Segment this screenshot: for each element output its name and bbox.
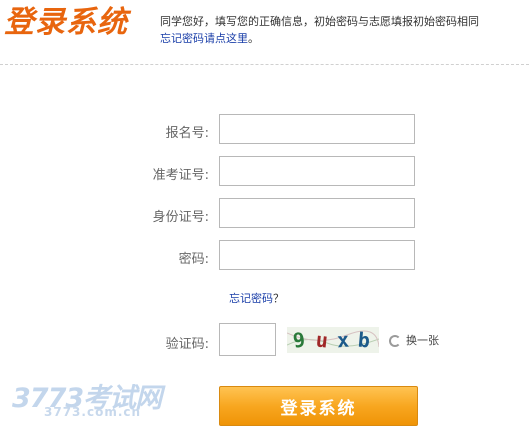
captcha-char: b [356, 327, 372, 353]
watermark-domain: 3773.com.cn [44, 405, 142, 419]
captcha-char: u [314, 327, 330, 353]
form-row-registration-number: 报名号: [0, 114, 529, 146]
form-row-exam-ticket: 准考证号: [0, 156, 529, 188]
registration-number-label: 报名号: [165, 126, 209, 141]
header-divider [0, 64, 529, 65]
header-message: 同学您好，填写您的正确信息，初始密码与志愿填报初始密码相同 忘记密码请点这里。 [160, 13, 525, 47]
login-button[interactable]: 登录系统 [219, 386, 418, 426]
id-number-input[interactable] [219, 198, 415, 228]
header-message-text: 同学您好，填写您的正确信息，初始密码与志愿填报初始密码相同 [160, 15, 479, 28]
captcha-input[interactable] [219, 323, 276, 356]
registration-number-input[interactable] [219, 114, 415, 144]
refresh-icon [389, 335, 401, 347]
captcha-label: 验证码: [165, 337, 209, 352]
page-title: 登录系统 [4, 5, 128, 40]
forgot-password-suffix: ？ [273, 292, 284, 305]
forgot-password-link[interactable]: 忘记密码 [229, 292, 273, 305]
captcha-image[interactable]: 9 u x b [287, 327, 379, 353]
captcha-char: x [336, 327, 350, 353]
exam-ticket-input[interactable] [219, 156, 415, 186]
exam-ticket-label: 准考证号: [152, 168, 209, 183]
site-watermark: 3773考试网 3773.com.cn [12, 376, 172, 420]
captcha-refresh-label: 换一张 [406, 334, 439, 347]
password-label: 密码: [178, 252, 209, 267]
forgot-password-header-link[interactable]: 忘记密码请点这里 [160, 32, 248, 45]
form-row-id-number: 身份证号: [0, 198, 529, 230]
header-message-suffix: 。 [248, 32, 259, 45]
id-number-label: 身份证号: [152, 210, 209, 225]
form-row-password: 密码: [0, 240, 529, 272]
captcha-refresh-button[interactable]: 换一张 [389, 332, 439, 348]
password-input[interactable] [219, 240, 415, 270]
captcha-row: 验证码: 9 u x b 换一张 [0, 323, 529, 357]
forgot-password: 忘记密码？ [229, 290, 284, 306]
